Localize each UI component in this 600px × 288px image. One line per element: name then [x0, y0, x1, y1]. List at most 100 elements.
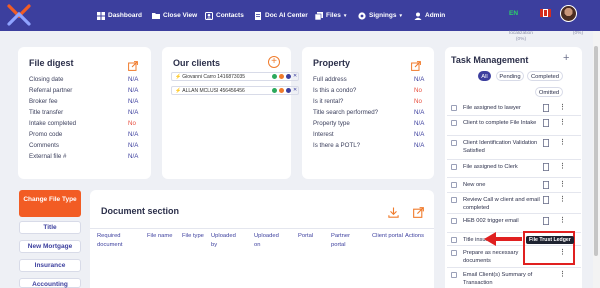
tooltip-file-trust-ledger: File Trust Ledger: [526, 236, 574, 244]
property-label: Title search performed?: [313, 109, 379, 116]
close-icon[interactable]: ✕: [293, 74, 298, 79]
column-header: Uploaded by: [211, 233, 236, 248]
more-options-icon[interactable]: ⋮: [559, 196, 566, 204]
document-icon[interactable]: [543, 119, 549, 127]
our-clients-title: Our clients: [173, 58, 221, 68]
task-checkbox[interactable]: [451, 120, 457, 126]
document-icon[interactable]: [543, 163, 549, 171]
property-value: No: [414, 98, 422, 105]
file-digest-card: File digest Closing date N/A Referral part…: [18, 47, 151, 179]
nav-admin[interactable]: Admin: [414, 0, 445, 31]
column-header: Uploaded on: [254, 233, 279, 248]
property-value: N/A: [414, 142, 425, 149]
task-checkbox[interactable]: [451, 164, 457, 170]
digest-value: N/A: [128, 98, 139, 105]
property-title: Property: [313, 58, 351, 68]
edit-icon[interactable]: [286, 74, 291, 79]
document-icon[interactable]: [543, 196, 549, 204]
external-link-icon[interactable]: [128, 58, 138, 71]
filter-all[interactable]: All: [478, 71, 491, 81]
task-checkbox[interactable]: [451, 140, 457, 146]
column-header: File name: [147, 233, 173, 239]
nav-close-view-label: Close View: [163, 12, 198, 19]
add-task-icon[interactable]: +: [563, 52, 569, 64]
task-checkbox[interactable]: [451, 237, 457, 243]
digest-label: Intake completed: [29, 120, 77, 127]
nav-files-label: Files: [326, 12, 341, 19]
nav-contacts[interactable]: Contacts: [205, 0, 244, 31]
document-icon[interactable]: [543, 139, 549, 147]
digest-label: External file #: [29, 153, 67, 160]
external-link-icon[interactable]: [413, 205, 424, 218]
property-label: Is there a POTL?: [313, 142, 361, 149]
user-avatar[interactable]: [560, 5, 577, 22]
task-label: Client to complete File Intake: [463, 120, 537, 126]
menu-title-button[interactable]: Title: [19, 221, 81, 234]
task-checkbox[interactable]: [451, 105, 457, 111]
localization-progress: localization (0%): [496, 31, 546, 43]
menu-new-mortgage-button[interactable]: New Mortgage: [19, 240, 81, 253]
filter-completed[interactable]: Completed: [527, 71, 563, 81]
check-icon[interactable]: [272, 88, 277, 93]
profile-progress: (0%): [572, 31, 584, 36]
more-options-icon[interactable]: ⋮: [559, 139, 566, 147]
nav-files[interactable]: Files ▾: [315, 0, 346, 31]
divider: [447, 267, 581, 268]
canada-flag-icon[interactable]: [540, 9, 551, 17]
check-icon[interactable]: [272, 74, 277, 79]
nav-dashboard[interactable]: Dashboard: [97, 0, 142, 31]
more-options-icon[interactable]: ⋮: [559, 181, 566, 189]
annotation-arrow: [492, 237, 522, 241]
task-checkbox[interactable]: [451, 197, 457, 203]
dashboard-icon: [97, 11, 105, 20]
signings-icon: [358, 11, 366, 20]
person-icon[interactable]: [279, 88, 284, 93]
more-options-icon[interactable]: ⋮: [559, 271, 566, 279]
divider: [447, 192, 581, 193]
change-file-type-button[interactable]: Change File Type: [19, 190, 81, 217]
task-checkbox[interactable]: [451, 272, 457, 278]
client-row[interactable]: ⚡ ALLAN MCLUSI 456456456 ✕: [171, 86, 299, 95]
external-link-icon[interactable]: [411, 58, 421, 71]
task-label: Email Client(s) Summary of Transaction: [463, 272, 533, 286]
nav-contacts-label: Contacts: [216, 12, 244, 19]
property-value: N/A: [414, 131, 425, 138]
nav-doc-ai-label: Doc AI Center: [265, 12, 308, 19]
edit-icon[interactable]: [286, 88, 291, 93]
document-icon: [254, 11, 262, 20]
column-header: Required document: [97, 233, 123, 248]
filter-pending[interactable]: Pending: [496, 71, 524, 81]
document-icon[interactable]: [543, 181, 549, 189]
client-row[interactable]: ⚡ Giovanni Carro 1416873035 ✕: [171, 72, 299, 81]
document-icon[interactable]: [543, 217, 549, 225]
task-checkbox[interactable]: [451, 218, 457, 224]
nav-close-view[interactable]: Close View: [152, 0, 197, 31]
divider: [447, 115, 581, 116]
document-icon[interactable]: [543, 104, 549, 112]
more-options-icon[interactable]: ⋮: [559, 217, 566, 225]
property-value: No: [414, 87, 422, 94]
property-card: Property Full address N/A Is this a condo?…: [302, 47, 434, 179]
more-options-icon[interactable]: ⋮: [559, 163, 566, 171]
menu-insurance-button[interactable]: Insurance: [19, 259, 81, 272]
close-icon[interactable]: ✕: [293, 88, 298, 93]
client-name[interactable]: ALLAN MCLUSI 456456456: [182, 88, 270, 94]
more-options-icon[interactable]: ⋮: [559, 104, 566, 112]
nav-signings-label: Signings: [369, 12, 397, 19]
property-label: Full address: [313, 76, 347, 83]
menu-accounting-button[interactable]: Accounting: [19, 278, 81, 288]
more-options-icon[interactable]: ⋮: [559, 119, 566, 127]
scrollbar-thumb[interactable]: [594, 46, 598, 256]
filter-omitted[interactable]: Omitted: [535, 87, 563, 97]
nav-doc-ai-center[interactable]: Doc AI Center: [254, 0, 308, 31]
add-client-button[interactable]: +: [268, 56, 280, 68]
language-selector[interactable]: EN: [509, 10, 518, 17]
nav-signings[interactable]: Signings ▾: [358, 0, 402, 31]
download-icon[interactable]: [388, 205, 399, 218]
task-label: File assigned to Clerk: [463, 164, 518, 170]
client-name[interactable]: Giovanni Carro 1416873035: [182, 74, 270, 80]
task-checkbox[interactable]: [451, 250, 457, 256]
app-logo[interactable]: [6, 3, 32, 27]
person-icon[interactable]: [279, 74, 284, 79]
task-checkbox[interactable]: [451, 182, 457, 188]
